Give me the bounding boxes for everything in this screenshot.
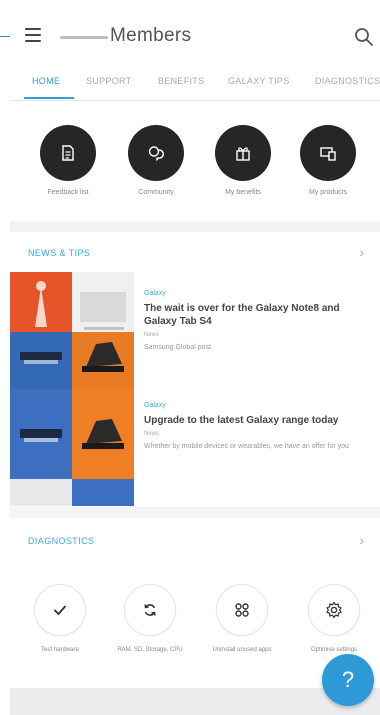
tab-support[interactable]: SUPPORT (86, 76, 131, 86)
product-illustration (72, 419, 134, 506)
optimise-settings-button[interactable]: Optimise settings (290, 584, 378, 655)
tab-diagnostics[interactable]: DIAGNOSTICS (315, 76, 380, 86)
brand-logo (60, 36, 108, 39)
figure-illustration (10, 281, 72, 389)
diagnostics-card: DIAGNOSTICS › Test hardware RAM, SD, Sto… (10, 518, 380, 688)
thumbnail-image (72, 272, 134, 389)
article-title: The wait is over for the Galaxy Note8 an… (144, 303, 340, 327)
thumbnail-image (72, 389, 134, 506)
community-button[interactable]: Community (116, 125, 196, 196)
article-category: Galaxy (144, 402, 166, 409)
article-description: Whether by mobile devices or wearables, … (144, 443, 349, 450)
quick-action-label: Feedback list (47, 189, 89, 196)
settings-gear-icon (326, 601, 342, 619)
app-title: Members (110, 25, 192, 46)
article-description: Samsung Global post (144, 344, 211, 351)
news-thumbnail-grid (10, 272, 134, 506)
gift-icon (236, 147, 250, 161)
help-fab-button[interactable]: ? (322, 654, 374, 706)
article-category: Galaxy (144, 290, 166, 297)
checkmark-icon (54, 605, 66, 615)
thumbnail-image (10, 272, 72, 389)
tab-bar: HOME SUPPORT BENEFITS GALAXY TIPS DIAGNO… (10, 70, 380, 101)
menu-icon[interactable] (25, 28, 41, 42)
tab-benefits[interactable]: BENEFITS (158, 76, 204, 86)
search-icon[interactable] (354, 27, 374, 47)
uninstall-apps-button[interactable]: Uninstall unused apps (198, 584, 286, 655)
quick-actions: Feedback list Community My benefits My p… (10, 101, 380, 221)
phone-screen: Members HOME SUPPORT BENEFITS GALAXY TIP… (10, 0, 380, 715)
diagnostics-label: Test hardware (41, 647, 79, 653)
news-article[interactable]: Galaxy The wait is over for the Galaxy N… (144, 290, 369, 353)
chevron-right-icon[interactable]: › (359, 532, 364, 548)
quick-action-label: My products (308, 189, 348, 196)
app-bar: Members (10, 0, 380, 70)
news-section-title[interactable]: NEWS & TIPS (28, 248, 90, 258)
chat-icon (148, 146, 164, 162)
document-icon (62, 145, 74, 161)
active-tab-indicator (24, 97, 74, 99)
quick-action-label: My benefits (225, 189, 261, 196)
my-products-button[interactable]: My products (288, 125, 368, 196)
quick-action-label: Community (138, 189, 174, 196)
feedback-list-button[interactable]: Feedback list (28, 125, 108, 196)
diagnostics-label: Optimise settings (310, 647, 358, 653)
diagnostics-label: Uninstall unused apps (212, 647, 272, 653)
article-meta: News (144, 431, 160, 437)
devices-icon (320, 147, 336, 161)
article-meta: News (144, 332, 160, 338)
tab-galaxy-tips[interactable]: GALAXY TIPS (228, 76, 290, 86)
thumbnail-image (10, 389, 72, 506)
refresh-icon (144, 604, 156, 616)
chevron-right-icon[interactable]: › (359, 244, 364, 260)
diagnostics-section-title[interactable]: DIAGNOSTICS (28, 536, 94, 546)
article-title: Upgrade to the latest Galaxy range today (144, 415, 339, 426)
diagnostics-label: RAM, SD, Storage, CPU (117, 647, 183, 653)
apps-grid-icon (235, 603, 249, 617)
news-article[interactable]: Galaxy Upgrade to the latest Galaxy rang… (144, 402, 369, 452)
product-illustration (72, 292, 134, 389)
figure-illustration (10, 429, 72, 506)
test-hardware-button[interactable]: Test hardware (16, 584, 104, 655)
news-tips-card: NEWS & TIPS › Galaxy The wait is over fo… (10, 232, 380, 507)
storage-check-button[interactable]: RAM, SD, Storage, CPU (106, 584, 194, 655)
tab-home[interactable]: HOME (32, 76, 60, 86)
my-benefits-button[interactable]: My benefits (203, 125, 283, 196)
